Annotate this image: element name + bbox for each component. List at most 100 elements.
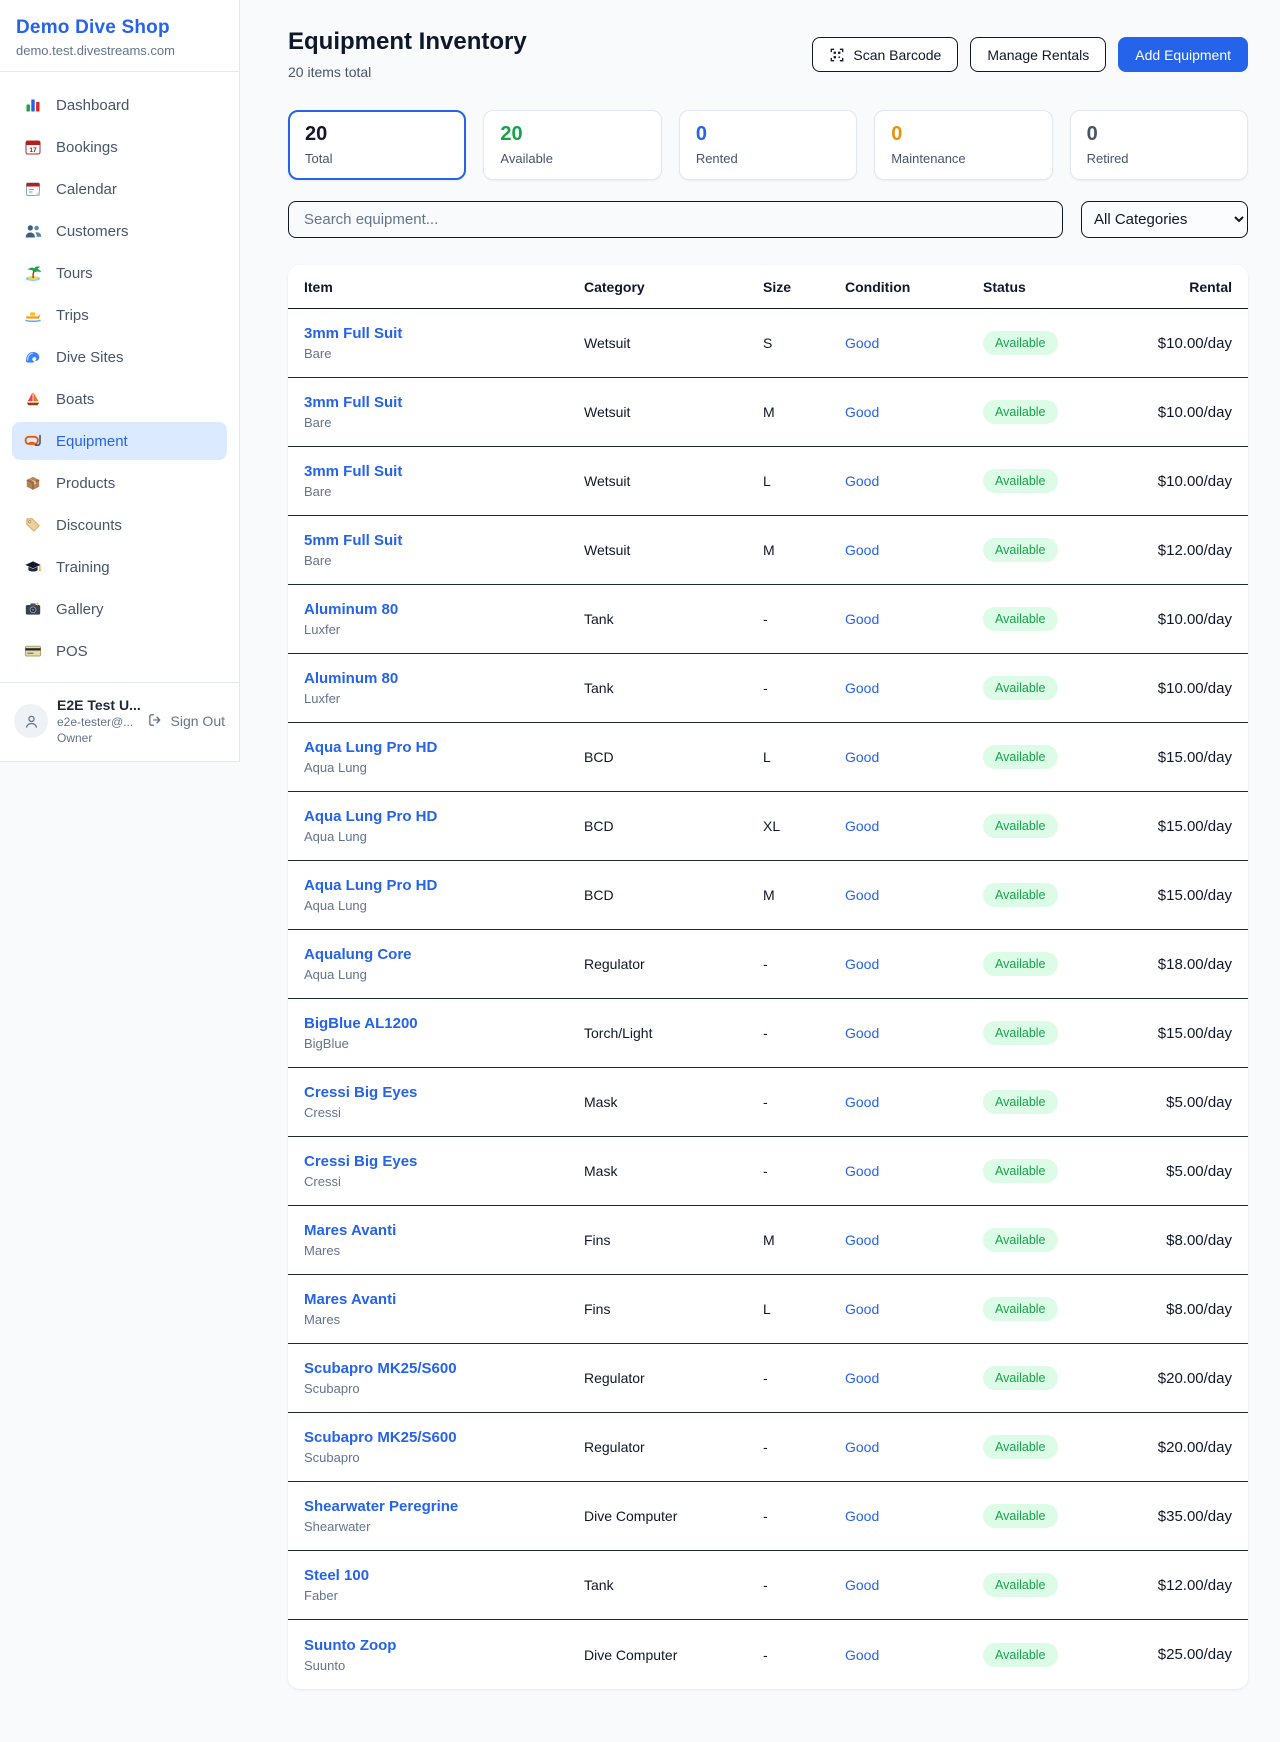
category-cell: BCD [584,887,763,903]
condition-cell: Good [845,542,983,558]
stat-card-retired[interactable]: 0 Retired [1070,110,1248,180]
sidebar-item-calendar[interactable]: Calendar [12,170,227,208]
column-header-category: Category [584,279,763,295]
dive-sites-wave-icon [24,348,42,366]
add-equipment-button[interactable]: Add Equipment [1118,37,1248,72]
item-cell: Mares Avanti Mares [304,1291,584,1327]
category-cell: BCD [584,818,763,834]
gallery-camera-icon [24,600,42,618]
rental-cell: $10.00/day [1123,611,1232,628]
stat-card-rented[interactable]: 0 Rented [679,110,857,180]
item-brand: Bare [304,553,584,568]
size-cell: - [763,1508,845,1524]
condition-cell: Good [845,404,983,420]
item-name-link[interactable]: Aqua Lung Pro HD [304,808,584,825]
training-grad-cap-icon [24,558,42,576]
item-cell: Suunto Zoop Suunto [304,1637,584,1673]
sidebar-item-equipment[interactable]: Equipment [12,422,227,460]
item-name-link[interactable]: BigBlue AL1200 [304,1015,584,1032]
stat-card-maintenance[interactable]: 0 Maintenance [874,110,1052,180]
item-name-link[interactable]: Mares Avanti [304,1222,584,1239]
pos-credit-card-icon [24,642,42,660]
table-row: Aluminum 80 Luxfer Tank - Good Available… [288,585,1248,654]
products-package-icon [24,474,42,492]
item-name-link[interactable]: Steel 100 [304,1567,584,1584]
sidebar-item-boats[interactable]: Boats [12,380,227,418]
status-badge: Available [983,469,1058,493]
rental-cell: $15.00/day [1123,1025,1232,1042]
table-row: 3mm Full Suit Bare Wetsuit L Good Availa… [288,447,1248,516]
sidebar-item-tours[interactable]: Tours [12,254,227,292]
rental-cell: $5.00/day [1123,1094,1232,1111]
table-row: Aqua Lung Pro HD Aqua Lung BCD M Good Av… [288,861,1248,930]
sign-out-button[interactable]: Sign Out [147,712,225,730]
manage-rentals-button[interactable]: Manage Rentals [970,37,1106,72]
size-cell: - [763,1647,845,1663]
item-name-link[interactable]: 3mm Full Suit [304,463,584,480]
stat-card-total[interactable]: 20 Total [288,110,466,180]
condition-cell: Good [845,1370,983,1386]
search-input[interactable] [288,201,1063,238]
person-icon [22,712,41,731]
stat-label: Available [500,151,644,166]
status-badge: Available [983,1435,1058,1459]
table-row: Mares Avanti Mares Fins L Good Available… [288,1275,1248,1344]
item-name-link[interactable]: Scubapro MK25/S600 [304,1429,584,1446]
size-cell: - [763,1370,845,1386]
sidebar-item-gallery[interactable]: Gallery [12,590,227,628]
category-cell: Tank [584,680,763,696]
sidebar-item-dive-sites[interactable]: Dive Sites [12,338,227,376]
size-cell: - [763,1025,845,1041]
item-name-link[interactable]: Aqua Lung Pro HD [304,739,584,756]
scan-barcode-button[interactable]: Scan Barcode [812,37,958,72]
item-cell: BigBlue AL1200 BigBlue [304,1015,584,1051]
rental-cell: $15.00/day [1123,887,1232,904]
item-name-link[interactable]: Scubapro MK25/S600 [304,1360,584,1377]
item-name-link[interactable]: 5mm Full Suit [304,532,584,549]
item-cell: Aqualung Core Aqua Lung [304,946,584,982]
item-cell: Cressi Big Eyes Cressi [304,1084,584,1120]
item-name-link[interactable]: Cressi Big Eyes [304,1084,584,1101]
status-badge: Available [983,745,1058,769]
sidebar-item-label: Calendar [56,181,117,198]
item-name-link[interactable]: 3mm Full Suit [304,325,584,342]
item-name-link[interactable]: Mares Avanti [304,1291,584,1308]
sidebar-item-label: Dashboard [56,97,129,114]
table-row: Cressi Big Eyes Cressi Mask - Good Avail… [288,1137,1248,1206]
item-name-link[interactable]: 3mm Full Suit [304,394,584,411]
item-name-link[interactable]: Aluminum 80 [304,601,584,618]
item-cell: Cressi Big Eyes Cressi [304,1153,584,1189]
condition-cell: Good [845,1163,983,1179]
item-name-link[interactable]: Aqua Lung Pro HD [304,877,584,894]
sidebar-item-discounts[interactable]: Discounts [12,506,227,544]
condition-cell: Good [845,680,983,696]
category-cell: Mask [584,1094,763,1110]
item-name-link[interactable]: Aluminum 80 [304,670,584,687]
item-brand: Bare [304,346,584,361]
sidebar-item-dashboard[interactable]: Dashboard [12,86,227,124]
category-filter-select[interactable]: All Categories [1081,201,1248,238]
sidebar-item-products[interactable]: Products [12,464,227,502]
item-name-link[interactable]: Aqualung Core [304,946,584,963]
sidebar-item-trips[interactable]: Trips [12,296,227,334]
stat-card-available[interactable]: 20 Available [483,110,661,180]
page-header: Equipment Inventory 20 items total Scan … [288,28,1248,80]
rental-cell: $12.00/day [1123,1577,1232,1594]
sidebar-item-bookings[interactable]: 17 Bookings [12,128,227,166]
tours-island-icon [24,264,42,282]
size-cell: - [763,611,845,627]
sidebar-item-customers[interactable]: Customers [12,212,227,250]
sidebar-nav: Dashboard 17 Bookings Calendar Customers… [0,71,239,682]
table-row: Scubapro MK25/S600 Scubapro Regulator - … [288,1344,1248,1413]
sidebar-item-training[interactable]: Training [12,548,227,586]
rental-cell: $8.00/day [1123,1232,1232,1249]
user-role: Owner [57,731,138,745]
sidebar-item-label: Boats [56,391,94,408]
sidebar-item-label: Equipment [56,433,128,450]
item-name-link[interactable]: Suunto Zoop [304,1637,584,1654]
table-row: 3mm Full Suit Bare Wetsuit M Good Availa… [288,378,1248,447]
sidebar-item-pos[interactable]: POS [12,632,227,670]
size-cell: M [763,542,845,558]
item-name-link[interactable]: Shearwater Peregrine [304,1498,584,1515]
item-name-link[interactable]: Cressi Big Eyes [304,1153,584,1170]
